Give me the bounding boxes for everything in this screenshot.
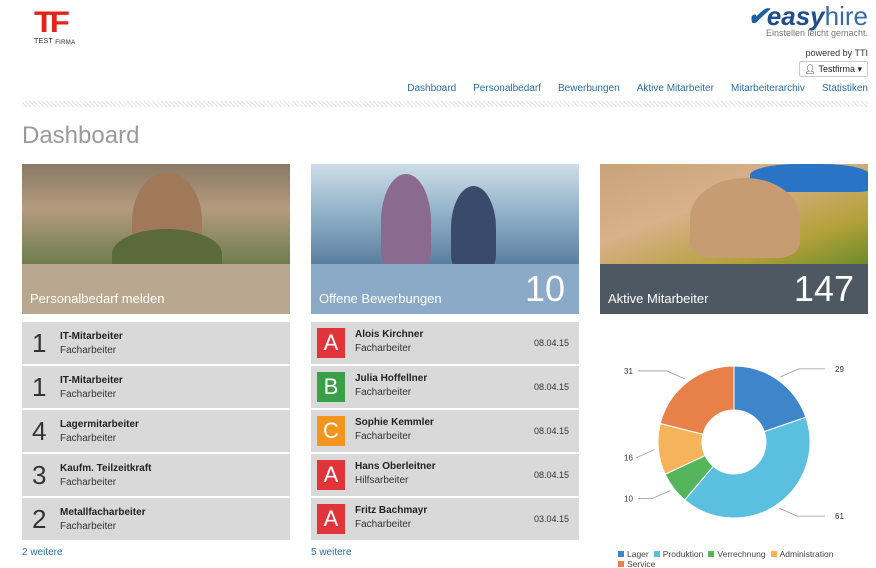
header-divider [22,101,868,107]
leader-line [780,368,825,378]
grade-badge: A [317,504,345,534]
list-item[interactable]: 1 IT-Mitarbeiter Facharbeiter [22,366,290,408]
legend-swatch [708,551,715,557]
bewerbungen-column: Offene Bewerbungen 10 A Alois Kirchner Fac… [311,164,579,560]
nav-mitarbeiterarchiv[interactable]: Mitarbeiterarchiv [731,83,805,94]
legend-label: Verrechnung [717,549,766,559]
checkmark-icon: ✔ [747,1,769,31]
company-logo-mark: TF [34,6,70,39]
slice-value-label: 31 [624,367,633,376]
grade-badge: A [317,460,345,490]
nav-aktive-mitarbeiter[interactable]: Aktive Mitarbeiter [637,83,714,94]
legend-item[interactable]: Verrechnung [708,549,766,559]
grade-badge: A [317,328,345,358]
legend-swatch [618,561,624,567]
company-logo[interactable]: TF TEST FIRMA [34,8,94,50]
powered-by-text: powered by TTI [805,48,868,58]
grade-badge: C [317,416,345,446]
company-logo-subtitle: TEST FIRMA [34,38,76,46]
easyhire-logo[interactable]: ✔easyhire Einstellen leicht gemacht. [728,2,868,42]
list-item[interactable]: A Alois Kirchner Facharbeiter 08.04.15 [311,322,579,364]
bewerbungen-title: Offene Bewerbungen [319,291,442,306]
employee-distribution-chart: 29 61 10 16 31 [624,365,844,521]
list-item[interactable]: B Julia Hoffellner Facharbeiter 08.04.15 [311,366,579,408]
bewerbungen-count: 10 [524,268,565,309]
leader-line [638,370,685,380]
legend-label: Administration [779,549,834,559]
nav-statistiken[interactable]: Statistiken [822,83,868,94]
list-item[interactable]: 1 IT-Mitarbeiter Facharbeiter [22,322,290,364]
list-item[interactable]: 2 Metallfacharbeiter Facharbeiter [22,498,290,540]
legend-item[interactable]: Produktion [653,549,704,559]
bewerbungen-card[interactable]: Offene Bewerbungen 10 [311,164,579,314]
legend-swatch [653,551,660,557]
grade-badge: B [317,372,345,402]
mitarbeiter-column: Aktive Mitarbeiter 147 [600,164,868,314]
slice-value-label: 10 [624,495,633,504]
page-title: Dashboard [22,122,140,149]
main-nav: Dashboard Personalbedarf Bewerbungen Akt… [407,83,868,94]
personalbedarf-title: Personalbedarf melden [30,291,165,306]
legend-swatch [770,551,777,557]
list-item[interactable]: 4 Lagermitarbeiter Facharbeiter [22,410,290,452]
legend-item[interactable]: Lager [618,549,649,559]
craftsman-photo [600,164,868,264]
list-item[interactable]: 3 Kaufm. Teilzeitkraft Facharbeiter [22,454,290,496]
list-item[interactable]: A Fritz Bachmayr Facharbeiter 03.04.15 [311,498,579,540]
personalbedarf-card[interactable]: Personalbedarf melden [22,164,290,314]
legend-item[interactable]: Service [618,559,655,568]
bewerbungen-list: A Alois Kirchner Facharbeiter 08.04.15 B Jul… [311,322,579,540]
legend-label: Service [627,559,656,568]
caret-down-icon: ▾ [857,64,862,74]
legend-label: Produktion [662,549,704,559]
nav-bewerbungen[interactable]: Bewerbungen [558,83,620,94]
nav-personalbedarf[interactable]: Personalbedarf [473,83,541,94]
slice-value-label: 29 [835,365,844,374]
chart-legend: Lager Produktion Verrechnung Administration… [618,549,868,568]
leader-line [638,490,671,499]
meeting-photo [311,164,579,271]
list-item[interactable]: C Sophie Kemmler Facharbeiter 08.04.15 [311,410,579,452]
legend-label: Lager [627,549,649,559]
slice-value-label: 61 [835,512,844,521]
worker-photo [22,164,290,279]
user-icon: 👤︎ [804,64,817,74]
user-menu-button[interactable]: 👤︎ Testfirma ▾ [798,61,868,77]
nav-dashboard[interactable]: Dashboard [407,83,456,94]
personalbedarf-column: Personalbedarf melden 1 IT-Mitarbeiter Fac… [22,164,290,560]
personalbedarf-list: 1 IT-Mitarbeiter Facharbeiter 1 IT-Mitarbei… [22,322,290,540]
leader-line [778,507,825,517]
list-item[interactable]: A Hans Oberleitner Hilfsarbeiter 08.04.15 [311,454,579,496]
leader-line [636,449,655,459]
slice-service[interactable] [659,365,735,435]
bewerbungen-more-link[interactable]: 5 weitere [311,547,352,558]
mitarbeiter-card[interactable]: Aktive Mitarbeiter 147 [600,164,868,314]
personalbedarf-more-link[interactable]: 2 weitere [22,547,63,558]
mitarbeiter-title: Aktive Mitarbeiter [608,291,709,306]
mitarbeiter-count: 147 [793,268,854,309]
legend-item[interactable]: Administration [770,549,834,559]
legend-swatch [618,551,624,557]
slice-value-label: 16 [624,454,633,463]
